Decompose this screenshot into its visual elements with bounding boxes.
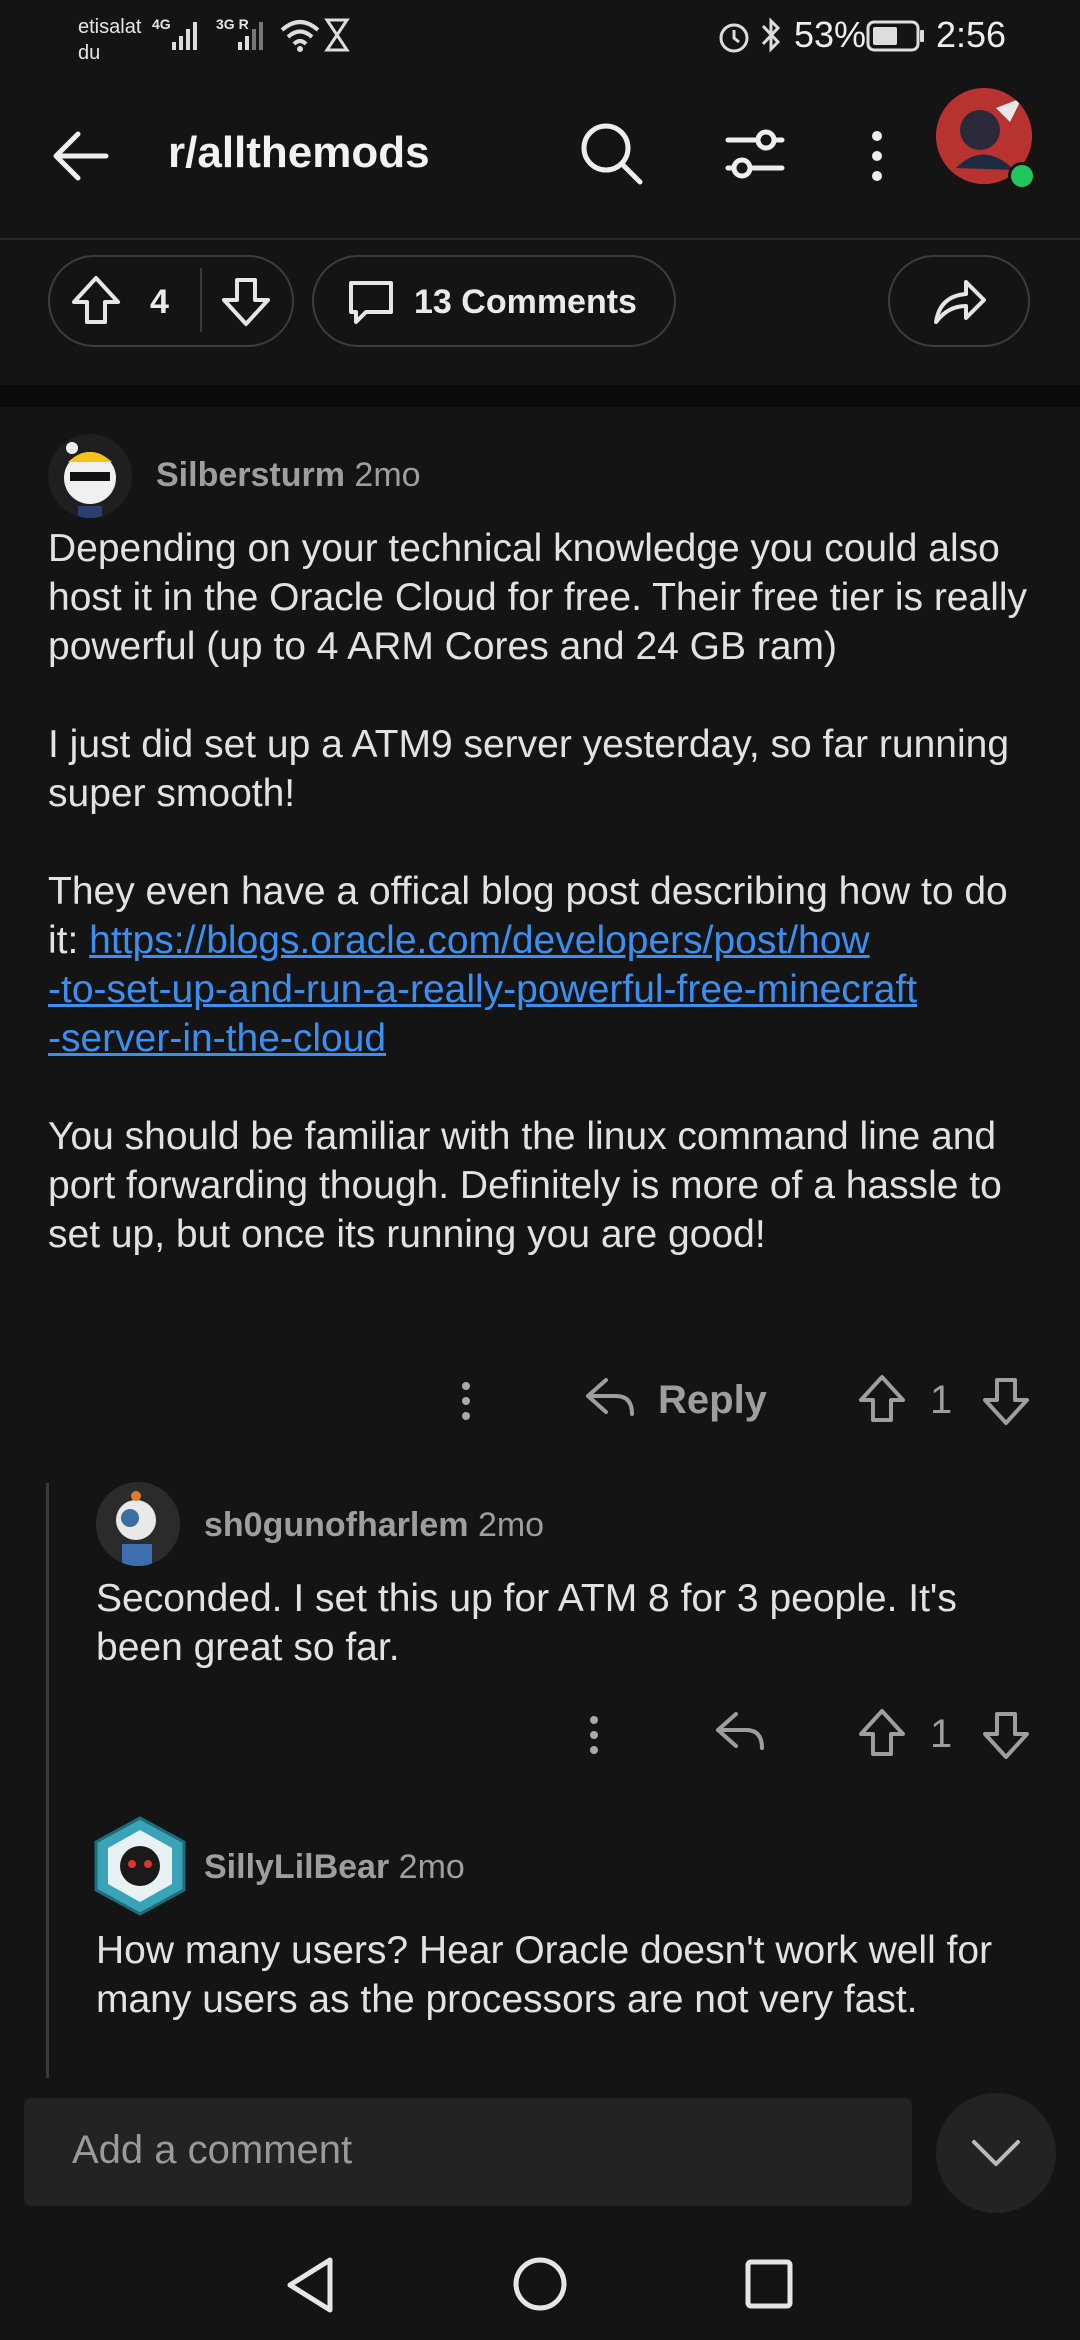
search-icon[interactable] bbox=[578, 120, 644, 186]
author-name[interactable]: SillyLilBear bbox=[204, 1848, 389, 1886]
online-status-dot bbox=[1008, 162, 1036, 190]
downvote-icon[interactable] bbox=[220, 276, 272, 328]
comment-age: 2mo bbox=[398, 1848, 465, 1886]
comment-author-meta: Silbersturm 2mo bbox=[156, 456, 421, 495]
filter-sliders-icon[interactable] bbox=[724, 126, 786, 182]
wifi-icon bbox=[278, 18, 322, 52]
nav-recents-icon[interactable] bbox=[744, 2258, 794, 2310]
comment-author-meta: sh0gunofharlem 2mo bbox=[204, 1506, 544, 1545]
comment-more-icon[interactable] bbox=[582, 1714, 606, 1756]
comment-body: Depending on your technical knowledge yo… bbox=[48, 524, 1038, 1259]
hourglass-icon bbox=[324, 18, 350, 52]
more-vertical-icon[interactable] bbox=[864, 128, 890, 184]
commenter-avatar[interactable] bbox=[96, 1482, 180, 1566]
comment-body: How many users? Hear Oracle doesn't work… bbox=[96, 1929, 993, 2021]
post-vote-count: 4 bbox=[150, 283, 169, 321]
reply-button[interactable]: Reply bbox=[658, 1378, 767, 1423]
app-bar bbox=[0, 75, 1080, 240]
bluetooth-icon bbox=[760, 16, 782, 54]
add-comment-placeholder: Add a comment bbox=[72, 2128, 353, 2172]
section-separator bbox=[0, 385, 1080, 407]
commenter-avatar[interactable] bbox=[92, 1816, 188, 1916]
comment-downvote-icon[interactable] bbox=[982, 1376, 1030, 1426]
comment-vote-count: 1 bbox=[930, 1378, 953, 1422]
carrier-label: etisalat du bbox=[78, 16, 142, 64]
comment-paragraph: They even have a offical blog post descr… bbox=[48, 870, 1008, 1060]
comment-upvote-icon[interactable] bbox=[858, 1708, 906, 1758]
header-divider bbox=[0, 238, 1080, 240]
comment-downvote-icon[interactable] bbox=[982, 1710, 1030, 1760]
battery-percent: 53% bbox=[794, 14, 867, 55]
author-name[interactable]: sh0gunofharlem bbox=[204, 1506, 468, 1544]
alarm-icon bbox=[716, 18, 752, 54]
share-arrow-icon bbox=[932, 276, 988, 328]
nav-back-icon[interactable] bbox=[284, 2256, 336, 2314]
comment-paragraph: You should be familiar with the linux co… bbox=[48, 1115, 1002, 1256]
back-arrow-icon[interactable] bbox=[48, 124, 112, 188]
signal-3g-icon: 3G R bbox=[216, 16, 268, 56]
comment-more-icon[interactable] bbox=[454, 1380, 478, 1422]
thread-line[interactable] bbox=[46, 1483, 49, 2078]
oracle-blog-link[interactable]: https://blogs.oracle.com/developers/post… bbox=[48, 919, 917, 1060]
comment-author-meta: SillyLilBear 2mo bbox=[204, 1848, 465, 1887]
comment-bubble-icon bbox=[346, 278, 396, 328]
reply-icon[interactable] bbox=[714, 1708, 766, 1756]
battery-icon bbox=[866, 20, 926, 52]
clock: 2:56 bbox=[936, 14, 1007, 55]
subreddit-title[interactable]: r/allthemods bbox=[168, 128, 430, 178]
comments-label: 13 Comments bbox=[414, 283, 637, 321]
comment-body: Seconded. I set this up for ATM 8 for 3 … bbox=[96, 1577, 957, 1669]
comment-paragraph: Depending on your technical knowledge yo… bbox=[48, 527, 1028, 668]
upvote-icon[interactable] bbox=[70, 274, 122, 326]
comment-vote-count: 1 bbox=[930, 1712, 953, 1756]
commenter-avatar[interactable] bbox=[48, 434, 132, 518]
nav-home-icon[interactable] bbox=[512, 2256, 568, 2312]
comment-paragraph: I just did set up a ATM9 server yesterda… bbox=[48, 723, 1010, 815]
comment-age: 2mo bbox=[477, 1506, 545, 1544]
comment-age: 2mo bbox=[354, 456, 421, 494]
vote-separator bbox=[200, 268, 202, 332]
signal-4g-icon: 4G bbox=[152, 16, 204, 56]
reply-icon[interactable] bbox=[584, 1374, 636, 1422]
chevron-down-icon bbox=[970, 2136, 1022, 2170]
author-name[interactable]: Silbersturm bbox=[156, 456, 345, 494]
comment-upvote-icon[interactable] bbox=[858, 1374, 906, 1424]
